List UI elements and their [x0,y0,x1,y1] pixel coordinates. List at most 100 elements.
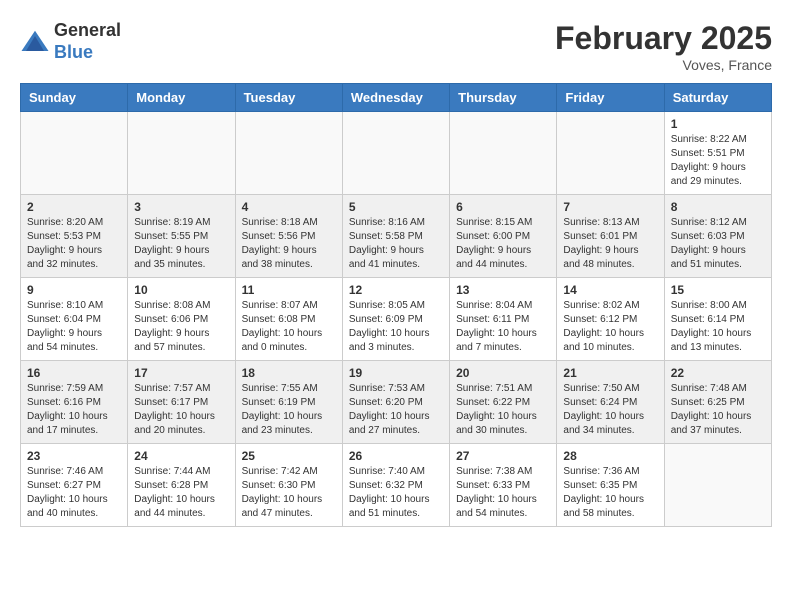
calendar-cell [21,112,128,195]
day-number: 14 [563,283,657,297]
logo-icon [20,27,50,57]
day-info: Sunrise: 8:16 AM Sunset: 5:58 PM Dayligh… [349,216,443,272]
day-number: 4 [242,200,336,214]
day-info: Sunrise: 7:48 AM Sunset: 6:25 PM Dayligh… [671,382,765,438]
day-info: Sunrise: 8:12 AM Sunset: 6:03 PM Dayligh… [671,216,765,272]
weekday-header: Tuesday [235,84,342,112]
calendar-cell: 18Sunrise: 7:55 AM Sunset: 6:19 PM Dayli… [235,361,342,444]
day-number: 18 [242,366,336,380]
calendar-cell: 2 Sunrise: 8:20 AM Sunset: 5:53 PM Daylig… [21,195,128,278]
logo: General Blue [20,20,121,63]
day-number: 20 [456,366,550,380]
day-number: 5 [349,200,443,214]
day-info: Sunrise: 8:10 AM Sunset: 6:04 PM Dayligh… [27,299,121,355]
day-number: 26 [349,449,443,463]
calendar-cell: 9Sunrise: 8:10 AM Sunset: 6:04 PM Daylig… [21,278,128,361]
day-info: Sunrise: 8:22 AM Sunset: 5:51 PM Dayligh… [671,133,765,189]
calendar-cell: 11 Sunrise: 8:07 AM Sunset: 6:08 PM Dayli… [235,278,342,361]
day-info: Sunrise: 7:57 AM Sunset: 6:17 PM Dayligh… [134,382,228,438]
day-info: Sunrise: 8:18 AM Sunset: 5:56 PM Dayligh… [242,216,336,272]
title-block: February 2025 Voves, France [555,20,772,73]
day-number: 25 [242,449,336,463]
day-number: 22 [671,366,765,380]
day-info: Sunrise: 7:51 AM Sunset: 6:22 PM Dayligh… [456,382,550,438]
day-number: 27 [456,449,550,463]
calendar-week-row: 2 Sunrise: 8:20 AM Sunset: 5:53 PM Daylig… [21,195,772,278]
day-info: Sunrise: 8:19 AM Sunset: 5:55 PM Dayligh… [134,216,228,272]
month-title: February 2025 [555,20,772,57]
calendar-cell: 15 Sunrise: 8:00 AM Sunset: 6:14 PM Dayli… [664,278,771,361]
weekday-header: Sunday [21,84,128,112]
calendar-cell: 19 Sunrise: 7:53 AM Sunset: 6:20 PM Dayli… [342,361,449,444]
calendar-cell [557,112,664,195]
logo-blue: Blue [54,42,121,64]
day-number: 28 [563,449,657,463]
calendar-week-row: 16 Sunrise: 7:59 AM Sunset: 6:16 PM Dayli… [21,361,772,444]
logo-text: General Blue [54,20,121,63]
day-info: Sunrise: 7:46 AM Sunset: 6:27 PM Dayligh… [27,465,121,521]
weekday-header: Saturday [664,84,771,112]
day-number: 1 [671,117,765,131]
calendar-cell [664,444,771,527]
calendar-body: 1 Sunrise: 8:22 AM Sunset: 5:51 PM Daylig… [21,112,772,527]
day-info: Sunrise: 7:50 AM Sunset: 6:24 PM Dayligh… [563,382,657,438]
day-info: Sunrise: 8:02 AM Sunset: 6:12 PM Dayligh… [563,299,657,355]
calendar-cell: 25 Sunrise: 7:42 AM Sunset: 6:30 PM Dayli… [235,444,342,527]
calendar-cell [450,112,557,195]
day-number: 16 [27,366,121,380]
weekday-header: Monday [128,84,235,112]
day-number: 10 [134,283,228,297]
calendar-cell: 22 Sunrise: 7:48 AM Sunset: 6:25 PM Dayli… [664,361,771,444]
calendar-week-row: 23 Sunrise: 7:46 AM Sunset: 6:27 PM Dayli… [21,444,772,527]
day-number: 15 [671,283,765,297]
day-info: Sunrise: 8:00 AM Sunset: 6:14 PM Dayligh… [671,299,765,355]
day-info: Sunrise: 7:42 AM Sunset: 6:30 PM Dayligh… [242,465,336,521]
calendar-cell: 4 Sunrise: 8:18 AM Sunset: 5:56 PM Daylig… [235,195,342,278]
day-number: 23 [27,449,121,463]
weekday-header: Friday [557,84,664,112]
day-info: Sunrise: 8:15 AM Sunset: 6:00 PM Dayligh… [456,216,550,272]
day-info: Sunrise: 7:44 AM Sunset: 6:28 PM Dayligh… [134,465,228,521]
day-info: Sunrise: 7:59 AM Sunset: 6:16 PM Dayligh… [27,382,121,438]
calendar-cell [342,112,449,195]
weekday-header: Thursday [450,84,557,112]
calendar-cell: 3 Sunrise: 8:19 AM Sunset: 5:55 PM Daylig… [128,195,235,278]
calendar-cell: 10Sunrise: 8:08 AM Sunset: 6:06 PM Dayli… [128,278,235,361]
calendar-cell: 28 Sunrise: 7:36 AM Sunset: 6:35 PM Dayli… [557,444,664,527]
calendar-week-row: 1 Sunrise: 8:22 AM Sunset: 5:51 PM Daylig… [21,112,772,195]
calendar-cell: 1 Sunrise: 8:22 AM Sunset: 5:51 PM Daylig… [664,112,771,195]
calendar: SundayMondayTuesdayWednesdayThursdayFrid… [20,83,772,527]
weekday-header: Wednesday [342,84,449,112]
calendar-cell: 8 Sunrise: 8:12 AM Sunset: 6:03 PM Daylig… [664,195,771,278]
day-number: 21 [563,366,657,380]
day-number: 7 [563,200,657,214]
day-number: 11 [242,283,336,297]
day-number: 6 [456,200,550,214]
day-info: Sunrise: 7:53 AM Sunset: 6:20 PM Dayligh… [349,382,443,438]
day-info: Sunrise: 8:05 AM Sunset: 6:09 PM Dayligh… [349,299,443,355]
day-number: 19 [349,366,443,380]
calendar-cell: 20 Sunrise: 7:51 AM Sunset: 6:22 PM Dayli… [450,361,557,444]
day-number: 8 [671,200,765,214]
day-number: 3 [134,200,228,214]
calendar-cell: 6 Sunrise: 8:15 AM Sunset: 6:00 PM Daylig… [450,195,557,278]
day-info: Sunrise: 7:36 AM Sunset: 6:35 PM Dayligh… [563,465,657,521]
logo-general: General [54,20,121,42]
calendar-cell: 23 Sunrise: 7:46 AM Sunset: 6:27 PM Dayli… [21,444,128,527]
day-info: Sunrise: 8:20 AM Sunset: 5:53 PM Dayligh… [27,216,121,272]
calendar-cell: 24Sunrise: 7:44 AM Sunset: 6:28 PM Dayli… [128,444,235,527]
day-number: 12 [349,283,443,297]
day-number: 2 [27,200,121,214]
calendar-cell: 26 Sunrise: 7:40 AM Sunset: 6:32 PM Dayli… [342,444,449,527]
calendar-cell: 14 Sunrise: 8:02 AM Sunset: 6:12 PM Dayli… [557,278,664,361]
day-info: Sunrise: 8:07 AM Sunset: 6:08 PM Dayligh… [242,299,336,355]
calendar-cell [235,112,342,195]
calendar-cell: 12 Sunrise: 8:05 AM Sunset: 6:09 PM Dayli… [342,278,449,361]
day-info: Sunrise: 7:40 AM Sunset: 6:32 PM Dayligh… [349,465,443,521]
day-info: Sunrise: 8:04 AM Sunset: 6:11 PM Dayligh… [456,299,550,355]
page-header: General Blue February 2025 Voves, France [20,20,772,73]
calendar-cell: 27 Sunrise: 7:38 AM Sunset: 6:33 PM Dayli… [450,444,557,527]
calendar-header: SundayMondayTuesdayWednesdayThursdayFrid… [21,84,772,112]
day-info: Sunrise: 7:38 AM Sunset: 6:33 PM Dayligh… [456,465,550,521]
calendar-cell: 7Sunrise: 8:13 AM Sunset: 6:01 PM Daylig… [557,195,664,278]
